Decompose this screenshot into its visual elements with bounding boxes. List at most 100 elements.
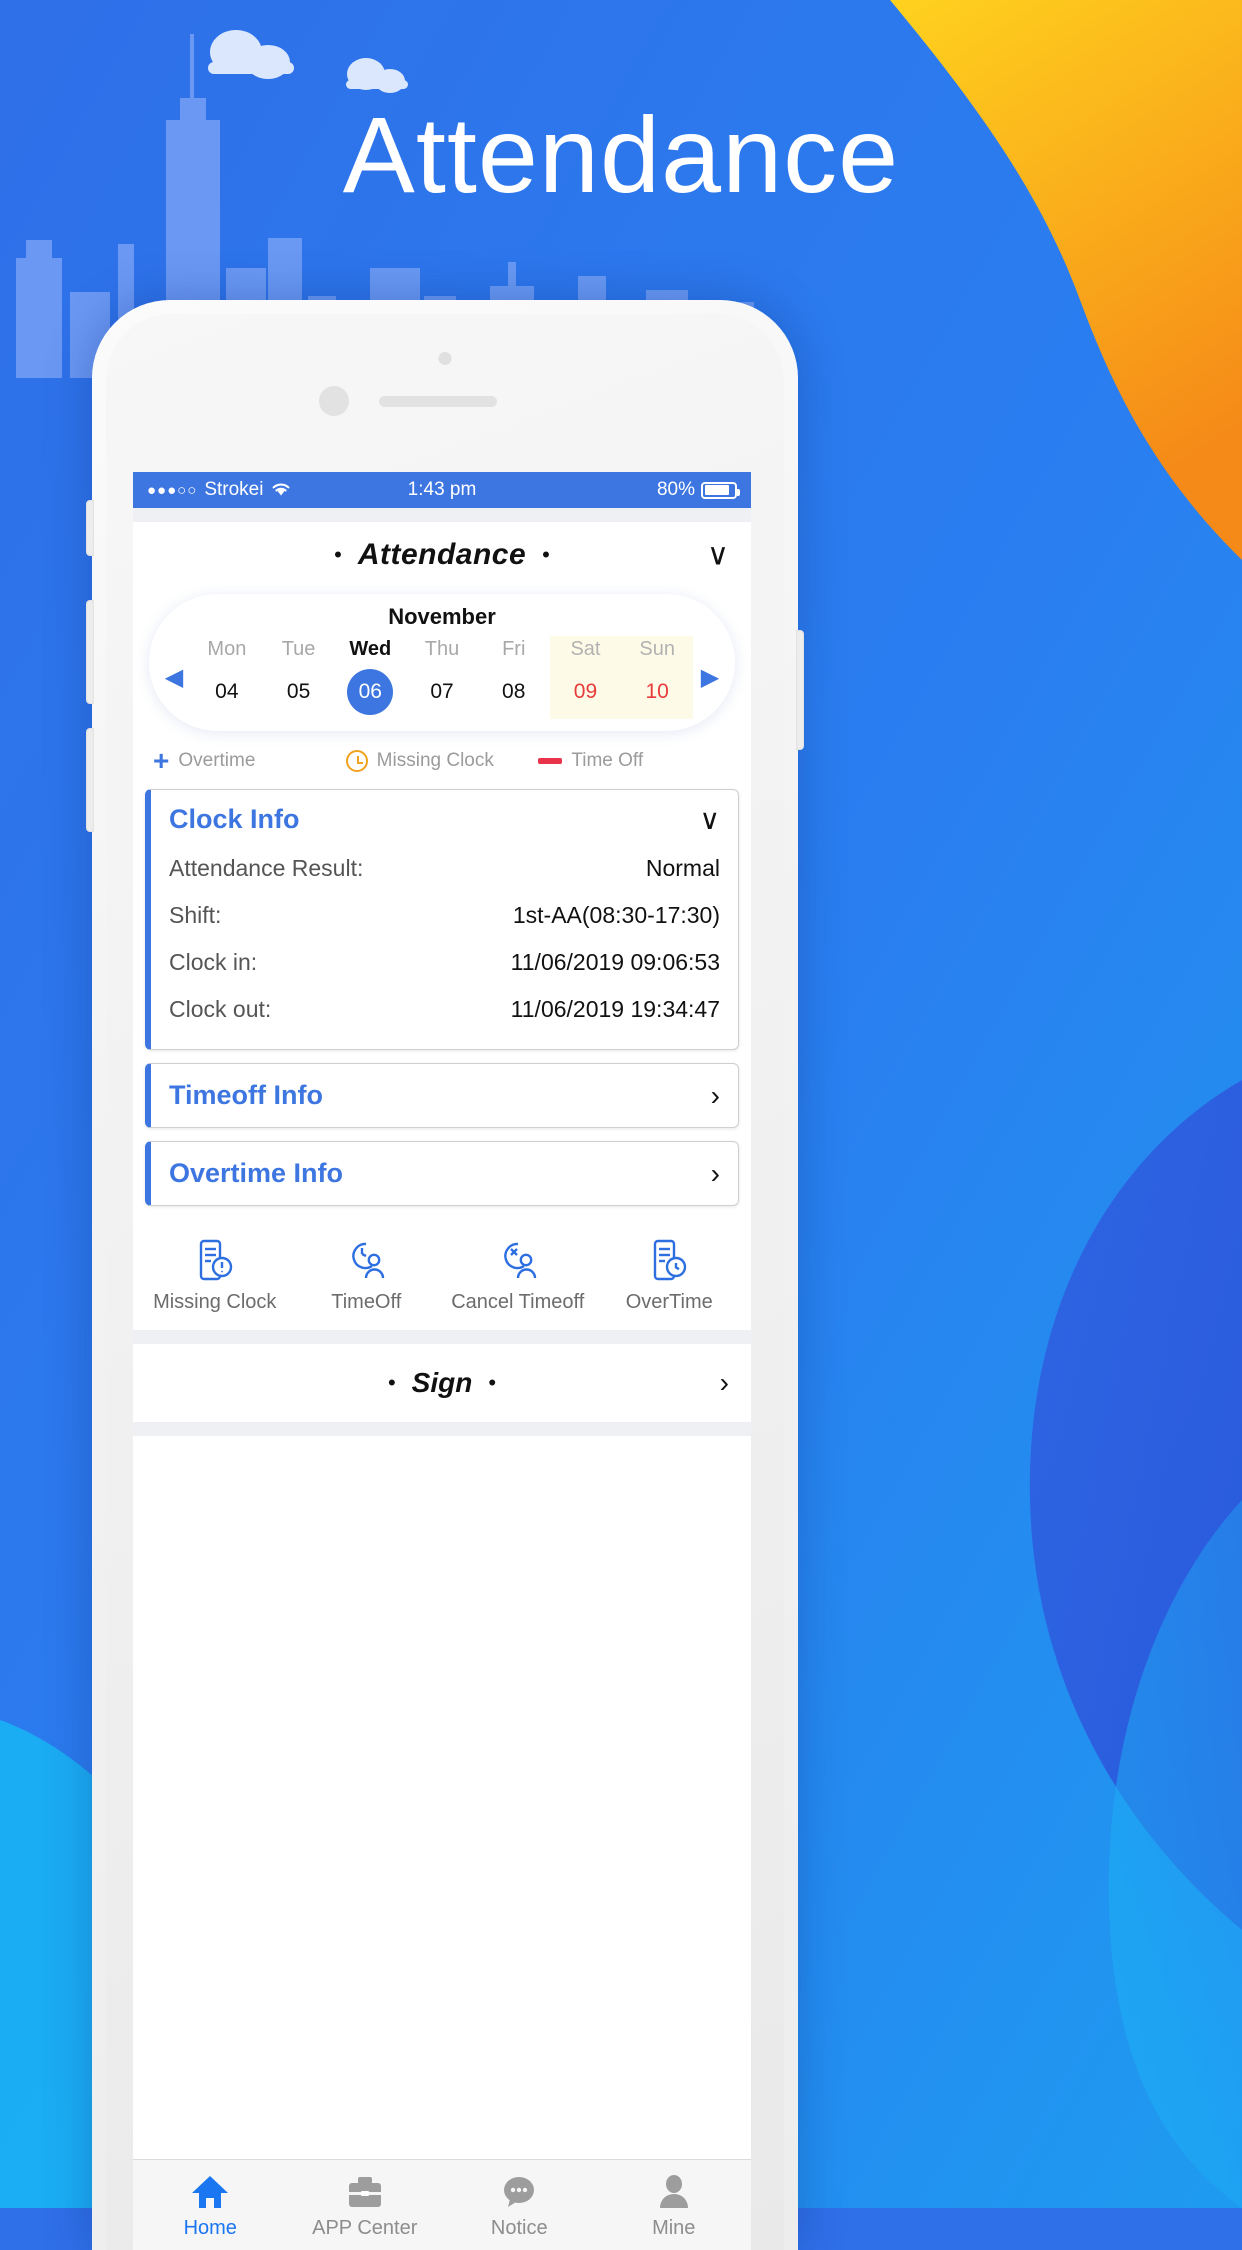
calendar-day-sun[interactable]: Sun 10 (621, 636, 694, 719)
row-key: Clock in: (169, 949, 258, 975)
row-clock-out: Clock out: 11/06/2019 19:34:47 (169, 986, 720, 1033)
calendar-date-label: 05 (286, 680, 311, 703)
calendar-day-tue[interactable]: Tue 05 (263, 636, 335, 719)
calendar-dow-label: Tue (281, 638, 316, 660)
row-key: Shift: (169, 902, 222, 928)
row-key: Clock out: (169, 996, 272, 1022)
calendar-month-label: November (388, 604, 496, 629)
proximity-sensor-icon (438, 352, 452, 365)
nav-item-home[interactable]: Home (133, 2172, 288, 2240)
app-header-title: Attendance (357, 538, 527, 571)
front-camera-icon (319, 386, 349, 416)
calendar-day-mon[interactable]: Mon 04 (191, 636, 263, 719)
chevron-right-icon[interactable]: › (711, 1159, 720, 1188)
status-bar-clock: 1:43 pm (407, 479, 477, 500)
calendar-day-thu[interactable]: Thu 07 (406, 636, 478, 719)
week-calendar: November ◀ Mon 04 Tue 05 Wed 06 Thu 07 F… (149, 594, 735, 731)
volume-down-button[interactable] (86, 728, 94, 832)
cancel-timeoff-icon (442, 1237, 594, 1283)
legend-label: Time Off (571, 750, 644, 771)
calendar-date-label: 08 (502, 680, 526, 703)
calendar-week-row: ◀ Mon 04 Tue 05 Wed 06 Thu 07 Fri 08 Sat… (149, 636, 735, 719)
overtime-info-card[interactable]: Overtime Info › (145, 1141, 739, 1206)
nav-item-app-center[interactable]: APP Center (288, 2172, 443, 2240)
carrier-label: Strokei (204, 479, 264, 500)
chevron-down-icon[interactable]: ∨ (707, 538, 729, 573)
row-attendance-result: Attendance Result: Normal (169, 845, 720, 892)
row-clock-in: Clock in: 11/06/2019 09:06:53 (169, 939, 720, 986)
volume-up-button[interactable] (86, 600, 94, 704)
clock-info-header[interactable]: Clock Info ∨ (151, 790, 738, 845)
app-header: • Attendance • ∨ (133, 522, 751, 588)
calendar-day-wed-selected[interactable]: Wed 06 (334, 636, 406, 719)
mute-switch[interactable] (86, 500, 94, 556)
chevron-right-icon[interactable]: › (720, 1367, 729, 1399)
calendar-date-label: 06 (347, 669, 394, 715)
quick-action-label: OverTime (625, 1291, 713, 1313)
calendar-date-label: 04 (215, 680, 239, 703)
calendar-dow-label: Wed (349, 638, 392, 660)
timeoff-icon (291, 1237, 443, 1283)
wifi-icon (270, 480, 292, 501)
status-divider (133, 508, 751, 522)
page-title: Attendance (342, 94, 900, 215)
timeoff-info-card[interactable]: Timeoff Info › (145, 1063, 739, 1128)
phone-screen: ●●●○○ Strokei 1:43 pm 80% • Attendance •… (133, 472, 751, 2250)
prev-week-button[interactable]: ◀ (157, 665, 191, 690)
quick-action-overtime[interactable]: OverTime (594, 1237, 746, 1314)
chat-icon (442, 2172, 597, 2212)
quick-action-label: Cancel Timeoff (451, 1291, 585, 1313)
status-bar-right: 80% (476, 479, 740, 501)
chevron-right-icon[interactable]: › (711, 1081, 720, 1110)
calendar-day-sat[interactable]: Sat 09 (549, 636, 622, 719)
row-value: 11/06/2019 19:34:47 (510, 996, 720, 1022)
battery-percent-label: 80% (656, 479, 695, 500)
calendar-dow-label: Sat (570, 638, 601, 660)
signal-strength-icon: ●●●○○ (147, 481, 198, 499)
calendar-dow-label: Mon (207, 638, 247, 660)
row-value: Normal (645, 855, 720, 881)
header-right-dot: • (542, 542, 550, 567)
legend-label: Missing Clock (376, 750, 494, 771)
overtime-info-title: Overtime Info (169, 1158, 344, 1188)
timeoff-info-title: Timeoff Info (169, 1080, 323, 1110)
calendar-dow-label: Sun (639, 638, 675, 660)
chevron-down-icon[interactable]: ∨ (700, 805, 721, 834)
status-bar: ●●●○○ Strokei 1:43 pm 80% (133, 472, 751, 508)
home-icon (133, 2172, 288, 2212)
sign-title: Sign (411, 1367, 473, 1398)
phone-mockup: ●●●○○ Strokei 1:43 pm 80% • Attendance •… (86, 300, 804, 2250)
nav-label: Notice (490, 2217, 548, 2239)
person-icon (597, 2172, 752, 2212)
dash-icon (538, 758, 563, 764)
calendar-day-fri[interactable]: Fri 08 (478, 636, 550, 719)
clock-info-body: Attendance Result: Normal Shift: 1st-AA(… (151, 845, 738, 1049)
legend-missing-clock: Missing Clock (345, 750, 539, 772)
missing-clock-icon (139, 1237, 291, 1283)
calendar-date-label: 09 (573, 680, 598, 703)
legend-label: Overtime (178, 750, 256, 771)
next-week-button[interactable]: ▶ (693, 665, 727, 690)
section-divider (133, 1422, 751, 1436)
nav-item-mine[interactable]: Mine (597, 2172, 752, 2240)
sign-section[interactable]: • Sign • › (133, 1344, 751, 1422)
earpiece-speaker-icon (379, 396, 497, 407)
quick-action-missing-clock[interactable]: Missing Clock (139, 1237, 291, 1314)
status-bar-left: ●●●○○ Strokei (147, 479, 408, 501)
quick-action-label: TimeOff (331, 1291, 402, 1313)
sign-left-dot: • (387, 1370, 396, 1395)
calendar-date-label: 10 (645, 680, 669, 703)
nav-item-notice[interactable]: Notice (442, 2172, 597, 2240)
legend-row: + Overtime Missing Clock Time Off (133, 735, 751, 789)
row-key: Attendance Result: (169, 855, 364, 881)
legend-time-off: Time Off (538, 750, 731, 772)
calendar-dow-label: Fri (502, 638, 526, 660)
sign-right-dot: • (488, 1370, 497, 1395)
power-button[interactable] (796, 630, 804, 750)
quick-action-cancel-timeoff[interactable]: Cancel Timeoff (442, 1237, 594, 1314)
calendar-dow-label: Thu (424, 638, 460, 660)
battery-icon (701, 481, 740, 499)
clock-info-card[interactable]: Clock Info ∨ Attendance Result: Normal S… (145, 789, 739, 1050)
cards-section: Clock Info ∨ Attendance Result: Normal S… (133, 789, 751, 1206)
quick-action-timeoff[interactable]: TimeOff (291, 1237, 443, 1314)
